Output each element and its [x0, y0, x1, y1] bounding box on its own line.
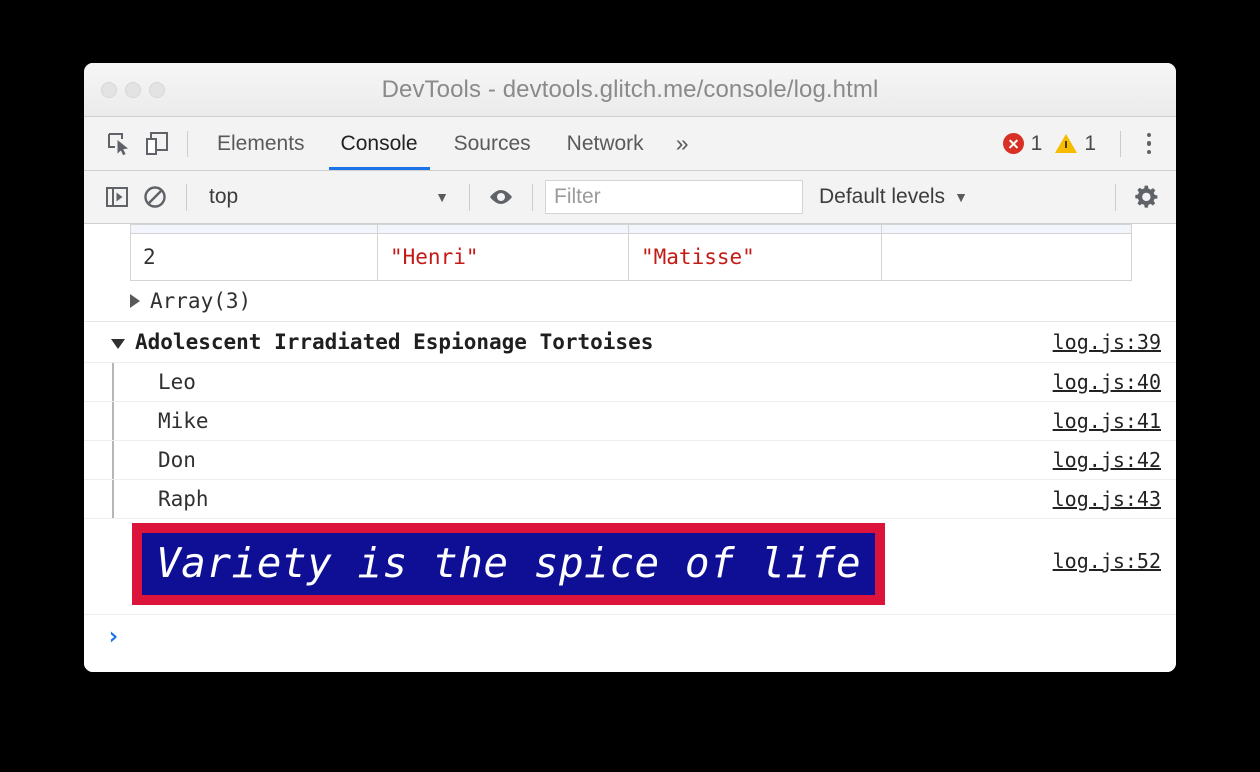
execution-context-selector[interactable]: top ▼ — [199, 181, 457, 213]
collapse-triangle-icon[interactable] — [111, 339, 125, 349]
console-toolbar-divider-1 — [186, 183, 187, 211]
log-message-text: Raph — [158, 487, 209, 511]
source-link[interactable]: log.js:40 — [1002, 370, 1176, 394]
source-link[interactable]: log.js:42 — [1002, 448, 1176, 472]
source-link[interactable]: log.js:52 — [1002, 549, 1176, 573]
show-console-sidebar-icon[interactable] — [98, 178, 136, 216]
create-live-expression-icon[interactable] — [482, 178, 520, 216]
table-cell-index: 2 — [130, 233, 378, 281]
log-levels-label: Default levels — [819, 185, 946, 208]
tabbar-divider-right — [1120, 130, 1121, 157]
log-levels-selector[interactable]: Default levels ▼ — [819, 185, 968, 209]
devtools-window: DevTools - devtools.glitch.me/console/lo… — [84, 63, 1176, 672]
device-toolbar-icon[interactable] — [138, 125, 176, 163]
table-cell-lastname: "Matisse" — [628, 233, 882, 281]
console-table-message: 2 "Henri" "Matisse" — [84, 224, 1176, 281]
more-tabs-button[interactable]: » — [662, 117, 703, 170]
tab-elements[interactable]: Elements — [199, 117, 323, 170]
styled-log-row: Variety is the spice of life log.js:52 — [84, 519, 1176, 615]
console-prompt-row[interactable]: › — [84, 615, 1176, 661]
console-toolbar-divider-4 — [1115, 183, 1116, 211]
execution-context-value: top — [209, 185, 239, 208]
devtools-tabbar: Elements Console Sources Network » 1 1 — [84, 117, 1176, 171]
warning-badge[interactable]: 1 — [1055, 132, 1096, 156]
list-item: Don log.js:42 — [84, 441, 1176, 480]
list-item: Mike log.js:41 — [84, 402, 1176, 441]
devtools-tabs: Elements Console Sources Network » — [199, 117, 702, 170]
chevron-down-icon: ▼ — [954, 189, 968, 205]
tab-sources[interactable]: Sources — [436, 117, 549, 170]
clear-console-icon[interactable] — [136, 178, 174, 216]
kebab-menu-icon[interactable] — [1132, 125, 1166, 163]
table-row-clipped — [130, 224, 1132, 234]
traffic-lights — [101, 81, 165, 98]
prompt-caret-icon: › — [106, 622, 121, 650]
chevron-down-icon: ▼ — [435, 189, 449, 205]
log-message-text: Leo — [158, 370, 196, 394]
console-group-title: Adolescent Irradiated Espionage Tortoise… — [135, 330, 654, 354]
styled-log-message: Variety is the spice of life — [132, 523, 886, 606]
window-titlebar: DevTools - devtools.glitch.me/console/lo… — [84, 63, 1176, 117]
console-toolbar: top ▼ Default levels ▼ — [84, 171, 1176, 224]
list-item: Leo log.js:40 — [84, 363, 1176, 402]
console-output[interactable]: 2 "Henri" "Matisse" Array(3) Adolescent … — [84, 224, 1176, 672]
array-preview-label: Array(3) — [150, 289, 252, 313]
console-toolbar-divider-2 — [469, 183, 470, 211]
tabbar-divider — [187, 130, 188, 157]
warning-count: 1 — [1084, 131, 1096, 155]
warning-icon — [1055, 134, 1078, 153]
console-group-items: Leo log.js:40 Mike log.js:41 Don log.js:… — [84, 363, 1176, 519]
source-link[interactable]: log.js:43 — [1002, 487, 1176, 511]
filter-input[interactable] — [545, 180, 803, 214]
minimize-window-button[interactable] — [125, 81, 141, 98]
tabbar-right-group: 1 1 — [1002, 125, 1166, 163]
error-badge[interactable]: 1 — [1002, 131, 1043, 156]
console-prompt-input[interactable] — [120, 624, 1176, 654]
error-count: 1 — [1030, 131, 1043, 155]
close-window-button[interactable] — [101, 81, 117, 98]
table-cell-firstname: "Henri" — [377, 233, 629, 281]
expand-triangle-icon[interactable] — [130, 294, 140, 308]
array-preview-row[interactable]: Array(3) — [84, 281, 1176, 322]
table-cell-empty — [881, 233, 1132, 281]
inspect-element-icon[interactable] — [100, 125, 138, 163]
source-link[interactable]: log.js:39 — [1002, 330, 1176, 354]
source-link[interactable]: log.js:41 — [1002, 409, 1176, 433]
table-row: 2 "Henri" "Matisse" — [130, 233, 1132, 281]
console-toolbar-divider-3 — [532, 183, 533, 211]
console-group-header[interactable]: Adolescent Irradiated Espionage Tortoise… — [84, 322, 1176, 363]
tab-network[interactable]: Network — [549, 117, 662, 170]
list-item: Raph log.js:43 — [84, 480, 1176, 519]
error-icon — [1002, 133, 1024, 154]
gear-icon[interactable] — [1128, 178, 1166, 216]
log-message-text: Mike — [158, 409, 209, 433]
window-title: DevTools - devtools.glitch.me/console/lo… — [381, 75, 879, 103]
zoom-window-button[interactable] — [149, 81, 165, 98]
console-table: 2 "Henri" "Matisse" — [130, 224, 1132, 281]
tab-console[interactable]: Console — [323, 117, 436, 170]
log-message-text: Don — [158, 448, 196, 472]
